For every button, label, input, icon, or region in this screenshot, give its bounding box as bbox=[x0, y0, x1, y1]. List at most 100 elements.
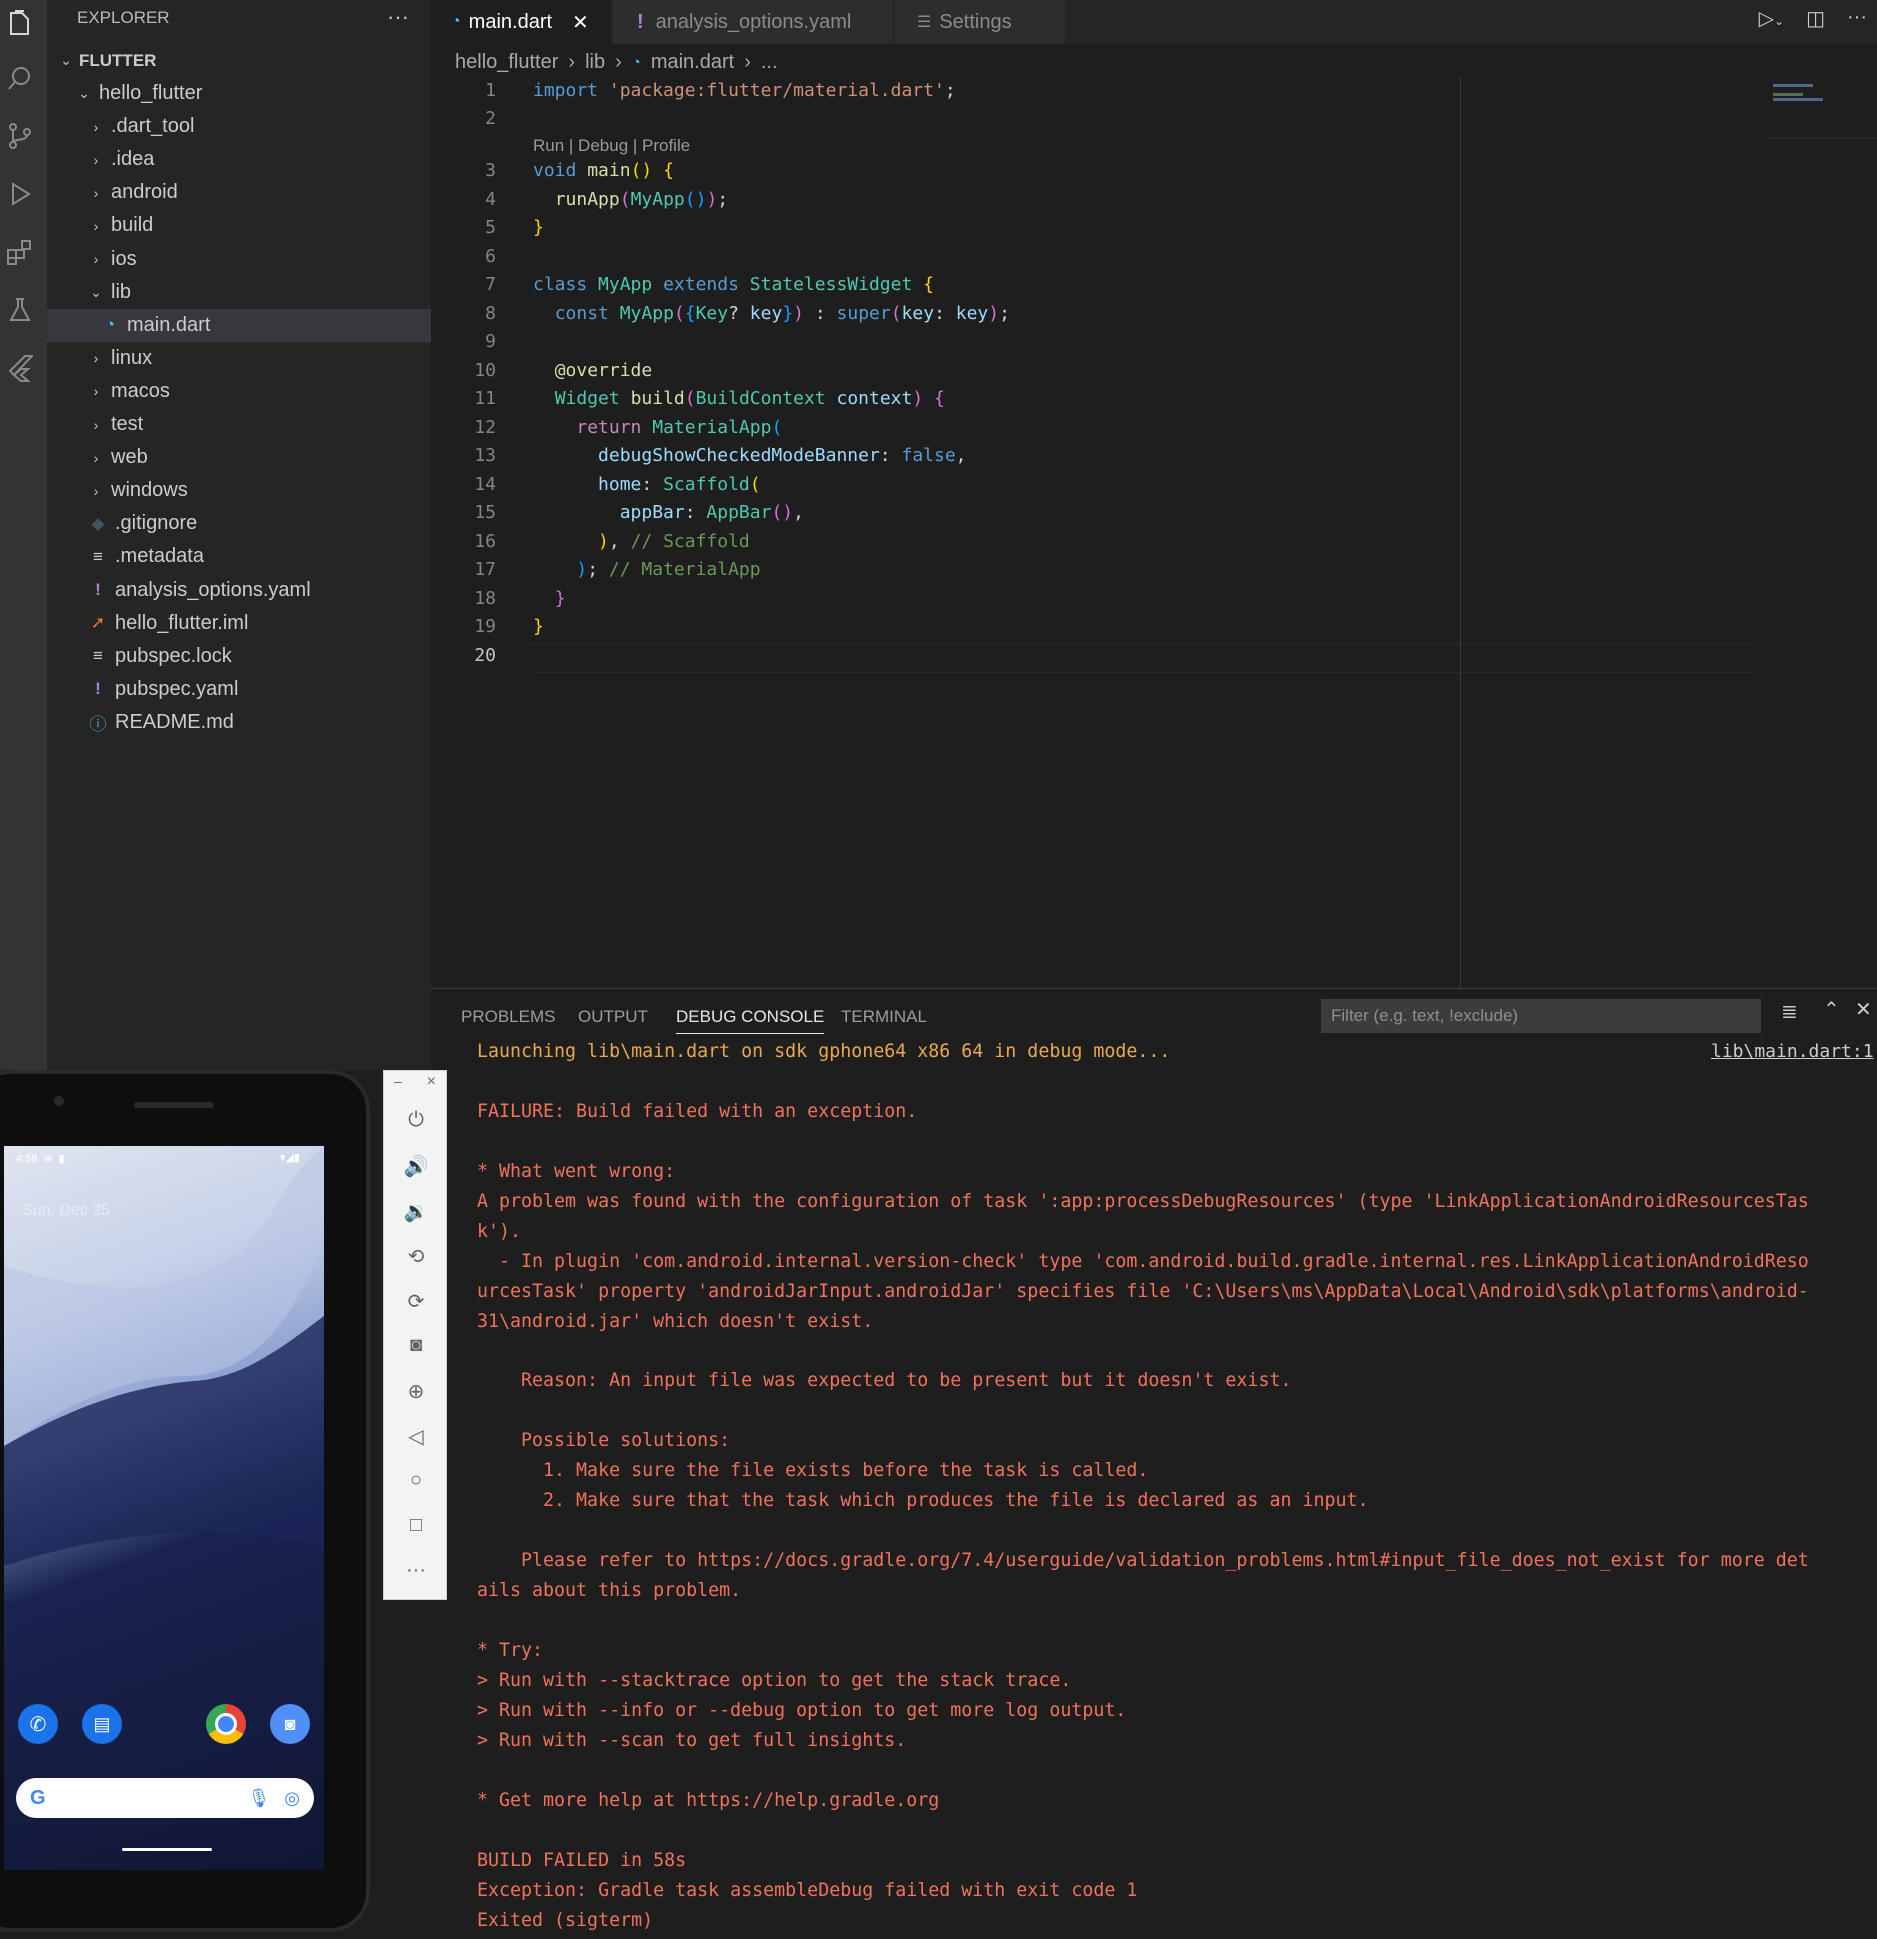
breadcrumb-item[interactable]: ... bbox=[761, 51, 778, 74]
more-actions-icon[interactable]: ··· bbox=[1847, 6, 1867, 31]
tree-item-label: pubspec.yaml bbox=[115, 677, 239, 700]
code-line: import 'package:flutter/material.dart'; bbox=[533, 80, 956, 101]
close-icon[interactable]: × bbox=[427, 1073, 436, 1091]
settings-icon: ☰ bbox=[917, 14, 932, 31]
tab-label: analysis_options.yaml bbox=[655, 10, 852, 33]
code-line: @override bbox=[554, 360, 653, 381]
messages-app-icon[interactable]: ▤ bbox=[82, 1704, 122, 1744]
rotate-right-icon[interactable]: ⟳ bbox=[384, 1289, 448, 1314]
volume-down-icon[interactable]: 🔉 bbox=[384, 1199, 448, 1224]
lens-icon[interactable]: ◎ bbox=[284, 1788, 300, 1809]
tree-item[interactable]: ! pubspec.yaml bbox=[47, 673, 431, 706]
tab-debug-console[interactable]: DEBUG CONSOLE bbox=[676, 1007, 825, 1034]
tree-item[interactable]: › .dart_tool bbox=[47, 110, 431, 143]
codelens-run-debug-profile[interactable]: Run | Debug | Profile bbox=[533, 136, 690, 156]
close-icon[interactable]: ✕ bbox=[572, 10, 589, 35]
tree-item[interactable]: ◆ .gitignore bbox=[47, 507, 431, 540]
console-line: > Run with --scan to get full insights. bbox=[477, 1729, 907, 1751]
files-icon[interactable] bbox=[0, 4, 40, 44]
tree-item-label: pubspec.lock bbox=[115, 644, 232, 667]
back-icon[interactable]: ◁ bbox=[384, 1424, 448, 1449]
chevron-right-icon: › bbox=[93, 383, 99, 400]
home-icon[interactable]: ○ bbox=[384, 1469, 448, 1492]
tree-item[interactable]: ◔ main.dart bbox=[47, 308, 431, 342]
line-number: 17 bbox=[474, 559, 496, 580]
more-actions-icon[interactable]: ··· bbox=[387, 4, 409, 30]
tree-item[interactable]: ≡ .metadata bbox=[47, 540, 431, 573]
zoom-icon[interactable]: ⊕ bbox=[384, 1379, 448, 1404]
minimap[interactable] bbox=[1765, 78, 1877, 139]
tree-item[interactable]: ⌄ hello_flutter bbox=[47, 77, 431, 110]
tree-item[interactable]: › test bbox=[47, 408, 431, 441]
camera-icon[interactable]: ◙ bbox=[384, 1334, 448, 1357]
code-line: void main() { bbox=[533, 160, 674, 181]
tree-item[interactable]: › windows bbox=[47, 474, 431, 507]
tab-terminal[interactable]: TERMINAL bbox=[841, 1007, 927, 1027]
tab-analysis-options[interactable]: ! analysis_options.yaml bbox=[613, 0, 893, 44]
tree-item[interactable]: ⌄ lib bbox=[47, 276, 431, 309]
filter-input[interactable]: Filter (e.g. text, !exclude) bbox=[1321, 999, 1761, 1033]
testing-icon[interactable] bbox=[0, 290, 40, 330]
code-line: } bbox=[554, 588, 566, 609]
tree-item[interactable]: ! analysis_options.yaml bbox=[47, 574, 431, 607]
line-number: 3 bbox=[485, 160, 496, 181]
power-icon[interactable]: ⏻ bbox=[384, 1109, 448, 1132]
line-number: 11 bbox=[474, 388, 496, 409]
close-panel-icon[interactable]: ✕ bbox=[1855, 997, 1872, 1022]
minimize-icon[interactable]: – bbox=[394, 1073, 402, 1089]
line-number: 18 bbox=[474, 588, 496, 609]
tree-item[interactable]: › .idea bbox=[47, 143, 431, 176]
yaml-icon: ! bbox=[637, 10, 644, 33]
tab-problems[interactable]: PROBLEMS bbox=[461, 1007, 555, 1027]
line-number: 10 bbox=[474, 360, 496, 381]
tree-item-label: web bbox=[111, 446, 148, 469]
breadcrumb-item[interactable]: hello_flutter bbox=[455, 51, 558, 74]
phone-app-icon[interactable]: ✆ bbox=[18, 1704, 58, 1744]
volume-up-icon[interactable]: 🔊 bbox=[384, 1154, 448, 1179]
run-debug-icon[interactable] bbox=[0, 174, 40, 214]
maximize-panel-icon[interactable]: ⌃ bbox=[1823, 997, 1840, 1022]
more-icon[interactable]: ··· bbox=[384, 1559, 448, 1582]
console-line: > Run with --info or --debug option to g… bbox=[477, 1699, 1127, 1721]
line-number: 4 bbox=[485, 189, 496, 210]
console-line: BUILD FAILED in 58s bbox=[477, 1849, 687, 1871]
word-wrap-icon[interactable]: ≣ bbox=[1781, 999, 1798, 1024]
gesture-bar[interactable] bbox=[122, 1848, 212, 1851]
tab-settings[interactable]: ☰ Settings bbox=[895, 0, 1065, 44]
workspace-root[interactable]: ⌄ FLUTTER bbox=[47, 44, 431, 77]
split-editor-icon[interactable]: ◫ bbox=[1806, 6, 1825, 31]
flutter-icon[interactable] bbox=[0, 348, 40, 388]
tree-item[interactable]: › build bbox=[47, 209, 431, 242]
tab-output[interactable]: OUTPUT bbox=[578, 1007, 648, 1027]
rotate-left-icon[interactable]: ⟲ bbox=[384, 1244, 448, 1269]
tree-item[interactable]: ⓘ README.md bbox=[47, 706, 431, 739]
tree-item[interactable]: › web bbox=[47, 441, 431, 474]
source-control-icon[interactable] bbox=[0, 116, 40, 156]
tree-item[interactable]: › linux bbox=[47, 342, 431, 375]
phone-screen[interactable]: 4:58 ⊛ ▮ ▾◢▮ Sun, Dec 25 ✆ ▤ ◙ G 🎙 ◎ bbox=[4, 1146, 324, 1870]
chevron-down-icon: ⌄ bbox=[60, 52, 72, 68]
tree-item[interactable]: › ios bbox=[47, 243, 431, 276]
tree-item[interactable]: ≡ pubspec.lock bbox=[47, 640, 431, 673]
tree-item[interactable]: › macos bbox=[47, 375, 431, 408]
run-icon[interactable]: ▷⌄ bbox=[1759, 6, 1784, 31]
source-link[interactable]: lib\main.dart:1 bbox=[1711, 1041, 1877, 1062]
tree-item[interactable]: › android bbox=[47, 176, 431, 209]
console-line: > Run with --stacktrace option to get th… bbox=[477, 1669, 1072, 1691]
google-search-bar[interactable]: G 🎙 ◎ bbox=[16, 1778, 314, 1818]
mic-icon[interactable]: 🎙 bbox=[247, 1788, 270, 1809]
overview-icon[interactable]: □ bbox=[384, 1514, 448, 1537]
code-editor[interactable]: 1 2 3 4 5 6 7 8 9 10 11 12 13 14 15 16 17 18 19 20 Run | De… bbox=[431, 78, 1877, 988]
breadcrumb-item[interactable]: main.dart bbox=[651, 51, 734, 74]
chevron-right-icon: › bbox=[615, 50, 622, 73]
extensions-icon[interactable] bbox=[0, 232, 40, 272]
chrome-app-icon[interactable] bbox=[206, 1704, 246, 1744]
camera-app-icon[interactable]: ◙ bbox=[270, 1704, 310, 1744]
tree-item[interactable]: ➚ hello_flutter.iml bbox=[47, 607, 431, 640]
tab-main-dart[interactable]: ◔ main.dart ✕ bbox=[431, 0, 611, 44]
code-line: class MyApp extends StatelessWidget { bbox=[533, 274, 935, 295]
search-icon[interactable] bbox=[0, 58, 40, 98]
yaml-icon: ! bbox=[95, 580, 101, 599]
breadcrumb-item[interactable]: lib bbox=[585, 51, 605, 74]
console-line: * Try: bbox=[477, 1640, 544, 1661]
